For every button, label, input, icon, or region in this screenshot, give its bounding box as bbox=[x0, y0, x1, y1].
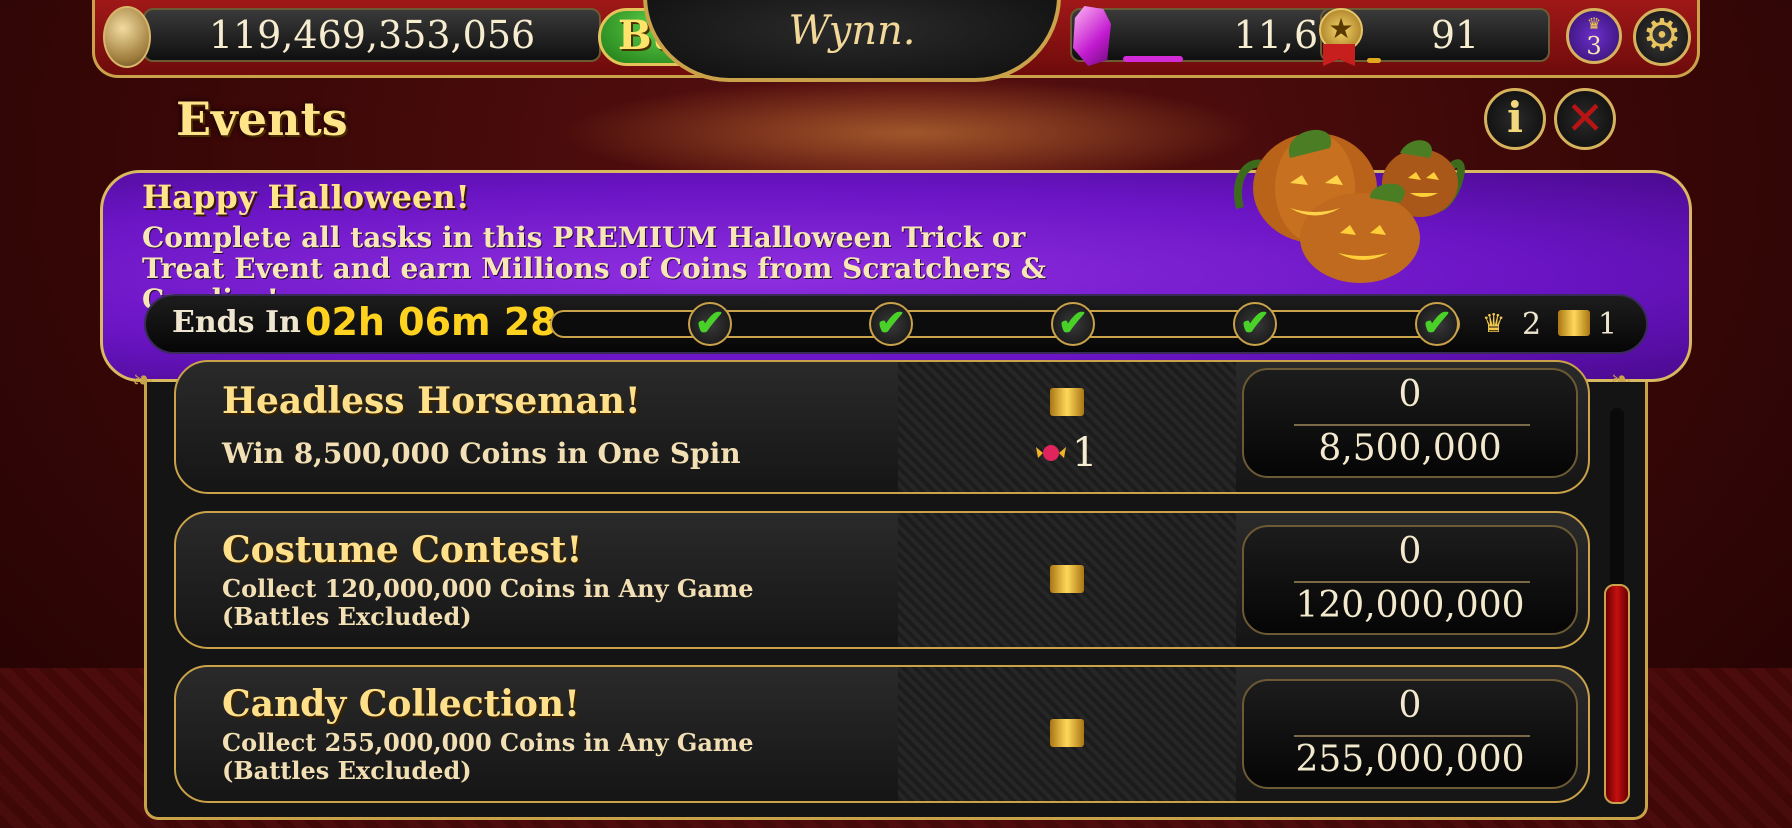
milestone-check-icon: ✔ bbox=[1051, 302, 1095, 346]
pumpkins-icon bbox=[1234, 129, 1465, 283]
goal-divider bbox=[1294, 581, 1530, 583]
crown-icon: ♛ bbox=[1586, 14, 1602, 33]
logo-text: Wynn. bbox=[788, 8, 916, 54]
ticket-icon bbox=[1050, 719, 1084, 747]
goal-divider bbox=[1294, 735, 1530, 737]
milestone-check-icon: ✔ bbox=[1415, 302, 1459, 346]
info-button[interactable]: i bbox=[1484, 88, 1546, 150]
task-goal: 0 255,000,000 bbox=[1242, 679, 1578, 789]
goal-target: 8,500,000 bbox=[1318, 428, 1502, 469]
task-description: Collect 255,000,000 Coins in Any Game (B… bbox=[222, 728, 754, 785]
ticket-icon bbox=[1050, 388, 1084, 416]
coin-icon bbox=[103, 6, 151, 68]
page-title: Events bbox=[176, 92, 348, 146]
ticket-icon bbox=[1050, 565, 1084, 593]
info-icon: i bbox=[1507, 93, 1523, 142]
ticket-count: 1 bbox=[1598, 307, 1618, 342]
scrollbar-thumb[interactable] bbox=[1604, 584, 1630, 804]
task-row: Headless Horseman! Win 8,500,000 Coins i… bbox=[174, 360, 1590, 494]
event-timer: 02h 06m 28s bbox=[305, 300, 580, 344]
milestone-check-icon: ✔ bbox=[869, 302, 913, 346]
task-title: Candy Collection! bbox=[222, 683, 580, 725]
crown-count: 2 bbox=[1522, 307, 1542, 342]
close-icon: ✕ bbox=[1565, 91, 1605, 145]
crown-icon: ♛ bbox=[1482, 309, 1506, 339]
task-description: Win 8,500,000 Coins in One Spin bbox=[222, 437, 741, 470]
goal-current: 0 bbox=[1398, 531, 1422, 572]
goal-divider bbox=[1294, 424, 1530, 426]
milestone-progress-bar bbox=[550, 310, 1460, 338]
banner-title: Happy Halloween! bbox=[142, 178, 470, 216]
top-bar: 119,469,353,056 Buy Wynn. 11,683 91 ★ ♛ … bbox=[92, 0, 1700, 82]
ticket-icon bbox=[1558, 310, 1590, 336]
player-level-value: 91 bbox=[1430, 13, 1480, 57]
task-row: Costume Contest! Collect 120,000,000 Coi… bbox=[174, 511, 1590, 649]
task-goal: 0 8,500,000 bbox=[1242, 368, 1578, 478]
task-title: Headless Horseman! bbox=[222, 380, 641, 422]
candy-icon bbox=[1036, 445, 1066, 461]
goal-current: 0 bbox=[1398, 685, 1422, 726]
vip-level: 3 bbox=[1586, 32, 1602, 60]
gem-progress-bar bbox=[1123, 56, 1183, 62]
goal-target: 255,000,000 bbox=[1295, 739, 1525, 780]
task-goal: 0 120,000,000 bbox=[1242, 525, 1578, 635]
settings-button[interactable]: ⚙ bbox=[1633, 8, 1691, 66]
milestone-check-icon: ✔ bbox=[1233, 302, 1277, 346]
task-row: Candy Collection! Collect 255,000,000 Co… bbox=[174, 665, 1590, 803]
coin-balance: 119,469,353,056 bbox=[143, 8, 601, 62]
task-description: Collect 120,000,000 Coins in Any Game (B… bbox=[222, 574, 754, 631]
candy-count: 1 bbox=[1072, 430, 1098, 476]
close-button[interactable]: ✕ bbox=[1554, 88, 1616, 150]
ends-in-label: Ends In bbox=[172, 305, 301, 340]
vip-button[interactable]: ♛ 3 bbox=[1566, 8, 1622, 64]
task-title: Costume Contest! bbox=[222, 529, 583, 571]
goal-current: 0 bbox=[1398, 374, 1422, 415]
goal-target: 120,000,000 bbox=[1295, 585, 1525, 626]
milestone-check-icon: ✔ bbox=[688, 302, 732, 346]
gear-icon: ⚙ bbox=[1642, 10, 1682, 61]
wynn-logo: Wynn. bbox=[643, 0, 1061, 82]
level-ribbon-icon bbox=[1323, 44, 1355, 66]
xp-progress-bar bbox=[1367, 58, 1381, 63]
coin-balance-value: 119,469,353,056 bbox=[208, 13, 536, 57]
reward-area bbox=[898, 362, 1236, 492]
